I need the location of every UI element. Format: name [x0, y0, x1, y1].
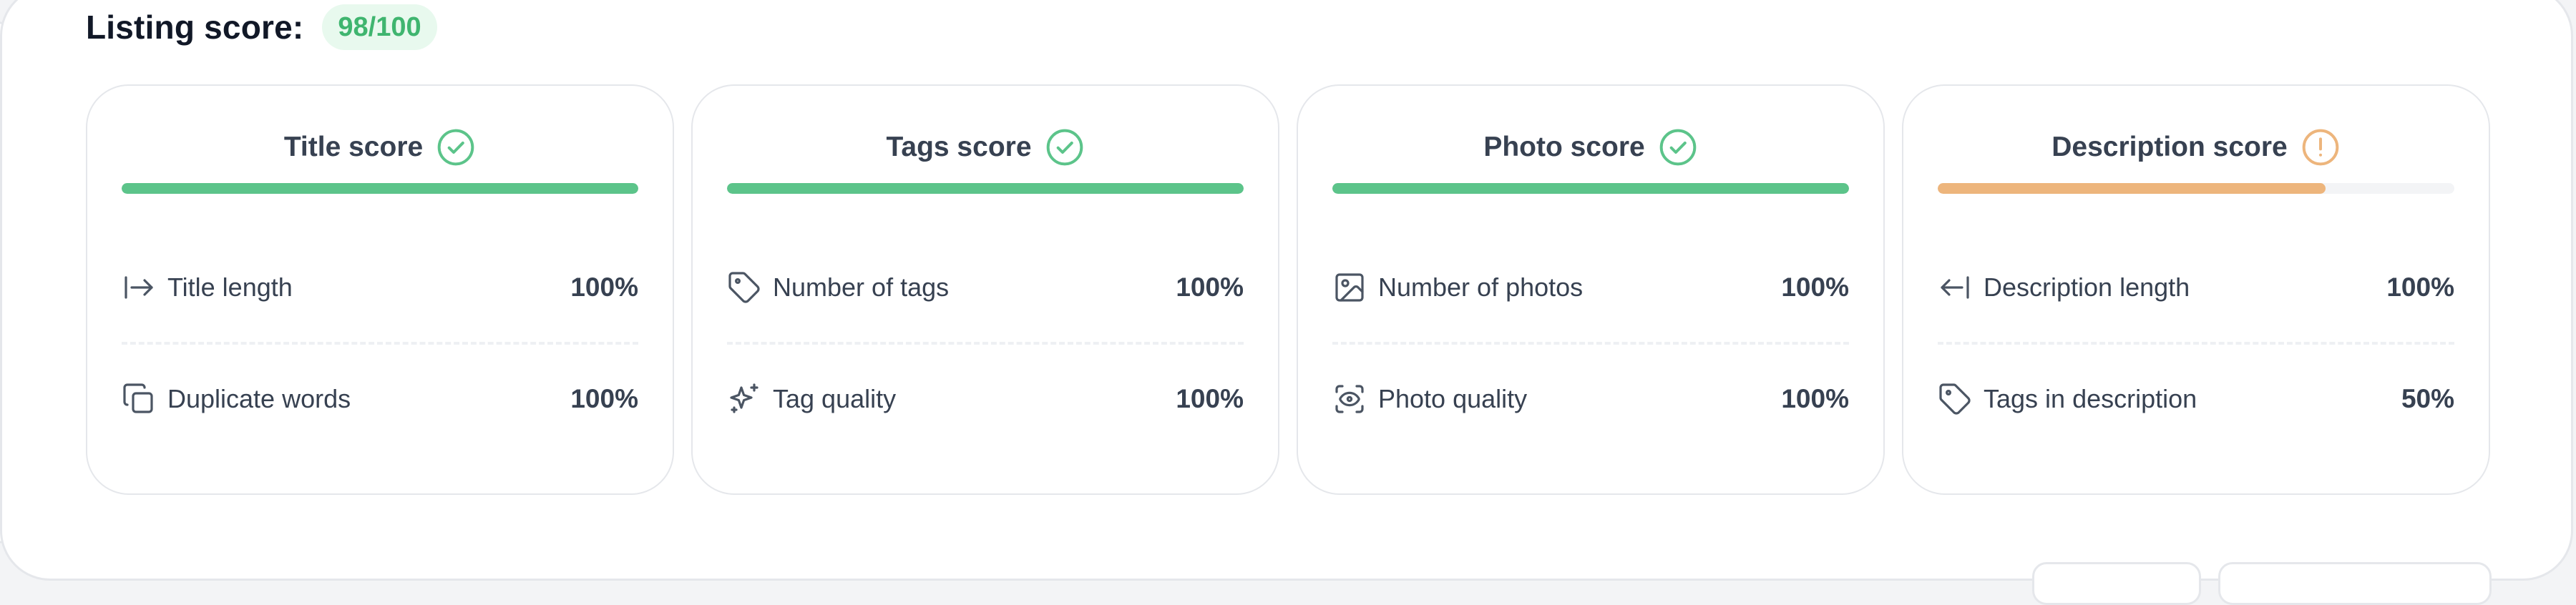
- metric-label: Number of photos: [1378, 272, 1584, 302]
- metric-row: Number of photos 100%: [1332, 266, 1849, 309]
- copy-icon: [122, 382, 156, 416]
- arrow-left-to-line-icon: [1938, 270, 1972, 305]
- alert-circle-icon: [2301, 127, 2341, 167]
- score-progress-fill: [727, 183, 1244, 194]
- listing-score-label: Listing score:: [86, 9, 304, 46]
- metric-value: 100%: [1781, 272, 1849, 302]
- metric-label: Photo quality: [1378, 384, 1528, 413]
- metric-label: Title length: [167, 272, 293, 302]
- metric-label: Number of tags: [773, 272, 950, 302]
- metric-value: 100%: [1176, 384, 1244, 413]
- image-icon: [1332, 270, 1367, 305]
- score-progress-fill: [122, 183, 638, 194]
- score-progress-fill: [1332, 183, 1849, 194]
- metric-label: Description length: [1984, 272, 2190, 302]
- check-circle-icon: [1658, 127, 1698, 167]
- metric-row: Tag quality 100%: [727, 378, 1244, 420]
- score-progress-fill: [1938, 183, 2326, 194]
- card-header: Tags score: [693, 123, 1278, 172]
- metric-value: 100%: [1176, 272, 1244, 302]
- listing-score-header: Listing score: 98/100: [86, 4, 437, 50]
- metric-divider: [1332, 342, 1849, 345]
- card-header: Description score: [1903, 123, 2489, 172]
- scan-eye-icon: [1332, 382, 1367, 416]
- card-header: Photo score: [1298, 123, 1883, 172]
- description-score-card: Description score Description length 100…: [1902, 84, 2490, 495]
- tag-icon: [1938, 382, 1972, 416]
- check-circle-icon: [1045, 127, 1085, 167]
- metric-row: Title length 100%: [122, 266, 638, 309]
- metric-value: 100%: [570, 272, 638, 302]
- metric-label: Duplicate words: [167, 384, 351, 413]
- tag-icon: [727, 270, 761, 305]
- metric-divider: [122, 342, 638, 345]
- metric-value: 100%: [1781, 384, 1849, 413]
- card-title: Tags score: [886, 132, 1032, 162]
- footer-button[interactable]: [2218, 562, 2492, 605]
- metric-row: Number of tags 100%: [727, 266, 1244, 309]
- metric-row: Tags in description 50%: [1938, 378, 2454, 420]
- title-score-card: Title score Title length 100% Duplicate …: [86, 84, 674, 495]
- arrow-right-to-line-icon: [122, 270, 156, 305]
- metric-label: Tags in description: [1984, 384, 2197, 413]
- card-title: Photo score: [1483, 132, 1645, 162]
- metric-label: Tag quality: [773, 384, 897, 413]
- metric-divider: [1938, 342, 2454, 345]
- tags-score-card: Tags score Number of tags 100% Tag quali…: [691, 84, 1279, 495]
- metric-value: 100%: [2386, 272, 2454, 302]
- card-header: Title score: [87, 123, 673, 172]
- score-progress-bar: [122, 183, 638, 194]
- metric-divider: [727, 342, 1244, 345]
- photo-score-card: Photo score Number of photos 100% Photo …: [1297, 84, 1885, 495]
- metric-row: Duplicate words 100%: [122, 378, 638, 420]
- metric-row: Description length 100%: [1938, 266, 2454, 309]
- listing-score-badge: 98/100: [322, 4, 437, 50]
- metric-row: Photo quality 100%: [1332, 378, 1849, 420]
- check-circle-icon: [436, 127, 476, 167]
- metric-value: 100%: [570, 384, 638, 413]
- score-progress-bar: [1938, 183, 2454, 194]
- sparkles-icon: [727, 382, 761, 416]
- metric-value: 50%: [2401, 384, 2454, 413]
- footer-button[interactable]: [2032, 562, 2201, 605]
- score-progress-bar: [1332, 183, 1849, 194]
- card-title: Title score: [283, 132, 424, 162]
- card-title: Description score: [2051, 132, 2288, 162]
- score-progress-bar: [727, 183, 1244, 194]
